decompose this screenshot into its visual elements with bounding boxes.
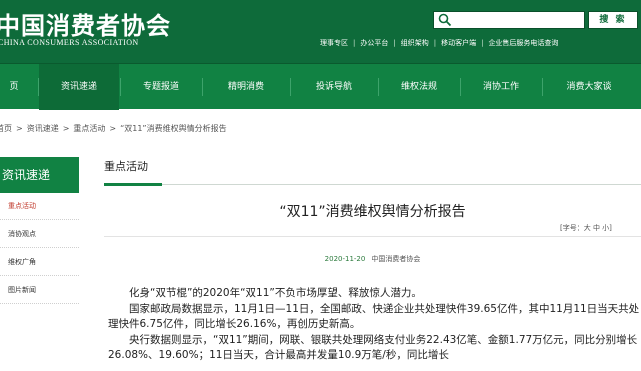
- nav-item-complaint-guide[interactable]: 投诉导航: [291, 64, 377, 110]
- article-source: 中国消费者协会: [371, 255, 421, 263]
- site-header: 中国消费者协会 CHINA CONSUMERS ASSOCIATION 搜 索 …: [0, 0, 641, 63]
- article-title: “双11”消费维权舆情分析报告: [279, 204, 466, 220]
- section-divider: [104, 184, 641, 185]
- section-title: 重点活动: [104, 160, 148, 173]
- logo-subtitle: CHINA CONSUMERS ASSOCIATION: [0, 38, 139, 47]
- article-paragraph: 化身“双节棍”的2020年“双11”不负市场厚望、释放惊人潜力。: [129, 287, 422, 299]
- sidebar-heading: 资讯速递: [0, 157, 79, 193]
- sidebar-item-photo-news[interactable]: 图片新闻: [0, 277, 79, 304]
- search-icon: [438, 13, 452, 27]
- breadcrumb-news[interactable]: 资讯速递: [27, 123, 59, 134]
- top-links: 理事专区 | 办公平台 | 组织架构 | 移动客户端 | 企业售后服务电话查询: [320, 38, 641, 50]
- toplink-separator: |: [433, 39, 437, 47]
- nav-item-smart-consumption[interactable]: 精明消费: [203, 64, 289, 110]
- toplink-separator: |: [393, 39, 396, 47]
- toplink-separator: |: [353, 39, 356, 47]
- nav-item-news[interactable]: 资讯速递: [39, 64, 119, 110]
- main-nav: 页 资讯速递 专题报道 精明消费 投诉导航 维权法规 消协工作 消费大家谈: [0, 63, 641, 110]
- nav-item-regulations[interactable]: 维权法规: [379, 64, 459, 110]
- breadcrumb-separator: >: [109, 124, 117, 133]
- breadcrumb-separator: >: [16, 124, 23, 133]
- toplink-structure[interactable]: 组织架构: [401, 38, 429, 48]
- sidebar-item-key-activities[interactable]: 重点活动: [0, 193, 79, 220]
- nav-item-consumer-forum[interactable]: 消费大家谈: [543, 64, 635, 110]
- toplink-office[interactable]: 办公平台: [360, 38, 388, 48]
- meta-divider: [104, 236, 641, 237]
- toplink-aftersales[interactable]: 企业售后服务电话查询: [488, 38, 558, 48]
- toplink-separator: |: [481, 39, 484, 47]
- section-divider-accent: [104, 183, 162, 186]
- article-date: 2020-11-20: [324, 255, 366, 263]
- breadcrumb-home[interactable]: 首页: [0, 123, 12, 134]
- article-meta: 2020-11-20 中国消费者协会: [104, 254, 641, 264]
- search-input[interactable]: [433, 11, 585, 29]
- article-paragraph: 央行数据则显示，“双11”期间，网联、银联共处理网络支付业务22.43亿笔、金额…: [108, 333, 638, 362]
- logo-title[interactable]: 中国消费者协会: [0, 6, 171, 41]
- article-paragraph: 国家邮政局数据显示，11月1日—11日，全国邮政、快递企业共处理快件39.65亿…: [108, 302, 640, 331]
- toplink-mobile[interactable]: 移动客户端: [441, 38, 476, 48]
- sidebar-item-viewpoints[interactable]: 消协观点: [0, 221, 79, 248]
- search-button[interactable]: 搜 索: [588, 11, 638, 29]
- breadcrumb-key-activities[interactable]: 重点活动: [73, 123, 105, 134]
- toplink-council[interactable]: 理事专区: [320, 38, 348, 48]
- sidebar-item-rights-angle[interactable]: 维权广角: [0, 249, 79, 276]
- nav-item-home[interactable]: 页: [0, 64, 28, 110]
- article-body: 化身“双节棍”的2020年“双11”不负市场厚望、释放惊人潜力。 国家邮政局数据…: [108, 286, 641, 364]
- breadcrumb-current: “双11”消费维权舆情分析报告: [120, 124, 227, 133]
- breadcrumb: 首页>资讯速递>重点活动>“双11”消费维权舆情分析报告: [0, 123, 227, 134]
- nav-item-special-reports[interactable]: 专题报道: [121, 64, 201, 110]
- font-size-control[interactable]: [字号：大 中 小]: [560, 223, 612, 233]
- nav-item-association-work[interactable]: 消协工作: [461, 64, 541, 110]
- breadcrumb-separator: >: [62, 124, 70, 133]
